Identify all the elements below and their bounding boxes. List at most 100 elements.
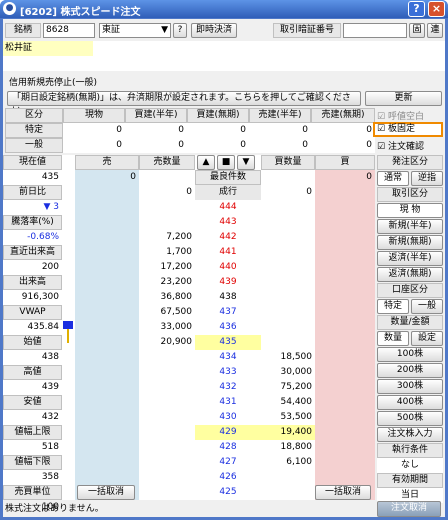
help-button[interactable]: ?	[408, 1, 425, 17]
order-cancel-button[interactable]: 注文取消	[377, 501, 441, 517]
exec-condition-value[interactable]: なし	[377, 458, 443, 473]
scroll-down-icon[interactable]: ▼	[237, 155, 255, 170]
account-ippan-button[interactable]: 一般	[411, 299, 443, 314]
pin-link-button[interactable]: 連	[427, 23, 443, 38]
sidebar-label: 値幅上限	[3, 425, 62, 440]
price-cell: 427	[219, 457, 237, 467]
trade-new-half-button[interactable]: 新規(半年)	[377, 219, 443, 234]
buy-qty-cell	[261, 305, 315, 320]
stock-code-input[interactable]: 8628	[43, 23, 95, 38]
sidebar-value: 438	[41, 352, 59, 362]
buy-qty-cell	[261, 200, 315, 215]
sell-qty-cell	[139, 485, 195, 500]
market-select[interactable]: 東証 ▼	[99, 23, 171, 38]
buy-qty-cell: 19,400	[261, 425, 315, 440]
qty-200-button[interactable]: 200株	[377, 363, 443, 378]
trade-ret-half-button[interactable]: 返済(半年)	[377, 251, 443, 266]
price-cell: 426	[219, 472, 237, 482]
sidebar-label: 安値	[3, 395, 62, 410]
board-fix-check[interactable]: ☑ 板固定	[373, 122, 443, 137]
buy-qty-cell: 54,400	[280, 397, 313, 407]
sell-qty-cell: 7,200	[166, 232, 192, 242]
buy-qty-cell	[261, 470, 315, 485]
pos-header-0: 区分	[5, 108, 63, 123]
expiry-label: 有効期間	[377, 473, 443, 488]
qty-500-button[interactable]: 500株	[377, 411, 443, 426]
account-tokutei-button[interactable]: 特定	[377, 299, 409, 314]
buy-qty-cell: 6,100	[286, 457, 312, 467]
order-qty-input-button[interactable]: 注文株入力	[377, 427, 443, 442]
price-cell: 433	[219, 367, 237, 377]
sidebar-value: 435.84	[27, 322, 60, 332]
price-cell: 443	[219, 217, 237, 227]
center-icon[interactable]: ■	[217, 155, 235, 170]
pin-input[interactable]	[343, 23, 407, 38]
buy-qty-cell	[261, 275, 315, 290]
sidebar-label: 現在値	[3, 155, 62, 170]
pos-header-2: 買建(半年)	[125, 108, 187, 123]
trade-spot-button[interactable]: 現 物	[377, 203, 443, 218]
qty-400-button[interactable]: 400株	[377, 395, 443, 410]
order-confirm-check[interactable]: ☑ 注文確認	[377, 139, 424, 152]
sidebar-value: 518	[41, 442, 59, 452]
trade-type-label: 取引区分	[377, 187, 443, 202]
sell-qty-cell: 67,500	[160, 307, 193, 317]
chevron-down-icon: ▼	[161, 25, 168, 35]
app-icon: ●	[3, 2, 16, 15]
refresh-button[interactable]: 更新	[365, 91, 442, 106]
pos-cell: 0	[178, 140, 184, 150]
sell-order-column[interactable]	[75, 155, 139, 500]
sell-qty-cell	[139, 350, 195, 365]
sidebar-label: VWAP	[3, 305, 62, 320]
open-marker	[63, 321, 73, 345]
order-normal-button[interactable]: 通常	[377, 171, 409, 186]
instant-settle-button[interactable]: 即時決済	[191, 23, 237, 38]
sidebar-label: 高値	[3, 365, 62, 380]
question-button[interactable]: ?	[173, 23, 187, 38]
sell-qty-cell	[139, 200, 195, 215]
buy-qty-cell	[261, 260, 315, 275]
term-notice-button[interactable]: 「期日設定銘柄(無期)」は、弁済期限が設定されます。こちらを押してご確認ください…	[7, 91, 361, 116]
trade-ret-inf-button[interactable]: 返済(無期)	[377, 267, 443, 282]
sidebar-value: 916,300	[21, 292, 59, 302]
cancel-all-sell-button[interactable]: 一括取消	[77, 485, 135, 500]
buy-qty-cell	[261, 485, 315, 500]
sidebar-value: 439	[41, 382, 59, 392]
sidebar-label: 始値	[3, 335, 62, 350]
buy-qty-cell: 53,500	[280, 412, 313, 422]
sell-header: 売	[75, 155, 139, 170]
buy-qty-cell	[261, 320, 315, 335]
price-cell: 428	[219, 442, 237, 452]
qty-button[interactable]: 数量	[377, 331, 409, 346]
pos-cell: 0	[240, 140, 246, 150]
pos-cell: 0	[366, 140, 372, 150]
qty-300-button[interactable]: 300株	[377, 379, 443, 394]
account-label: 口座区分	[377, 283, 443, 298]
window-body: 銘柄 8628 東証 ▼ ? 即時決済 取引暗証番号 固 連 松井証 信用新規売停…	[3, 19, 445, 517]
cancel-all-buy-button[interactable]: 一括取消	[315, 485, 371, 500]
sidebar-value: -0.68%	[27, 232, 59, 242]
window-title: [6202] 株式スピード注文	[20, 7, 141, 18]
close-button[interactable]: ×	[428, 1, 445, 17]
buy-order-column[interactable]	[315, 155, 375, 500]
scroll-up-icon[interactable]: ▲	[197, 155, 215, 170]
buy-total: 0	[366, 172, 372, 182]
sell-qty-cell	[139, 440, 195, 455]
sell-qty-cell	[139, 425, 195, 440]
order-reverse-button[interactable]: 逆指	[411, 171, 443, 186]
stock-name-area: 松井証	[3, 41, 445, 71]
price-cell: 441	[219, 247, 237, 257]
qty-100-button[interactable]: 100株	[377, 347, 443, 362]
quote-blank-check[interactable]: ☑ 呼値空白	[377, 109, 424, 122]
qty-setting-button[interactable]: 設定	[411, 331, 443, 346]
order-settings-panel: 発注区分 通常 逆指 取引区分 現 物 新規(半年) 新規(無期) 返済(半年)…	[377, 155, 443, 503]
title-bar: ● [6202] 株式スピード注文 ? ×	[0, 0, 448, 18]
pos-cell: 0	[240, 125, 246, 135]
buy-qty-cell	[261, 215, 315, 230]
price-cell: 438	[219, 292, 237, 302]
buy-qty-cell: 75,200	[280, 382, 313, 392]
pos-header-4: 売建(半年)	[249, 108, 311, 123]
trade-new-inf-button[interactable]: 新規(無期)	[377, 235, 443, 250]
best-count-label: 最良件数	[195, 170, 261, 185]
pin-fix-button[interactable]: 固	[409, 23, 425, 38]
